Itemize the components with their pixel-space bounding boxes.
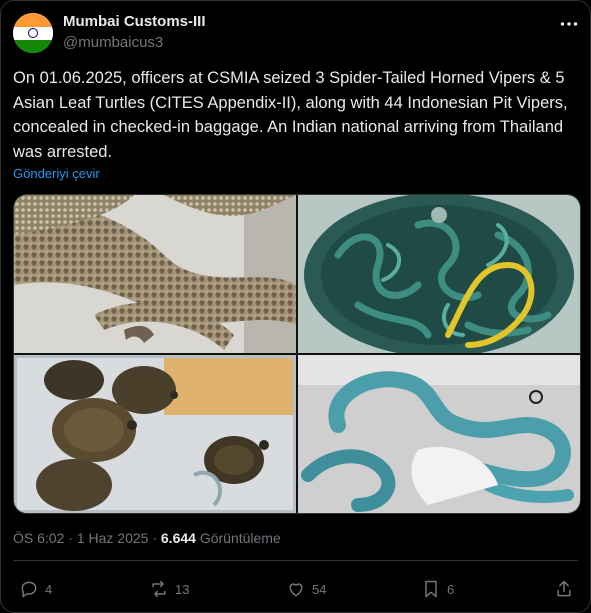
reply-button[interactable]: 4 (19, 577, 52, 601)
heart-icon (289, 583, 303, 597)
bookmark-icon (425, 580, 437, 598)
repost-count: 13 (175, 581, 190, 597)
blue-pit-viper-photo (298, 355, 580, 513)
share-icon (557, 580, 571, 597)
media-image-1[interactable] (14, 195, 296, 353)
more-options-button[interactable] (556, 11, 582, 37)
author-handle[interactable]: @mumbaicus3 (63, 34, 163, 51)
repost-button[interactable]: 13 (149, 577, 189, 601)
repost-icon (152, 580, 166, 598)
media-grid (13, 194, 581, 514)
meta-separator: · (152, 530, 157, 546)
post-date[interactable]: 1 Haz 2025 (77, 530, 149, 546)
views-count: 6.644 (160, 530, 196, 546)
india-flag-icon (28, 28, 38, 38)
author-name[interactable]: Mumbai Customs-III (63, 13, 206, 30)
media-image-2[interactable] (298, 195, 580, 353)
translate-post-link[interactable]: Gönderiyi çevir (13, 166, 100, 181)
reply-icon (21, 581, 37, 598)
media-image-3[interactable] (14, 355, 296, 513)
more-options-icon (560, 22, 578, 26)
pit-vipers-in-container-photo (298, 195, 580, 353)
meta-separator: · (68, 530, 73, 546)
bookmark-button[interactable]: 6 (421, 577, 454, 601)
bookmark-count: 6 (447, 581, 455, 597)
post-text: On 01.06.2025, officers at CSMIA seized … (13, 69, 568, 161)
views-label: Görüntüleme (199, 530, 281, 546)
post-meta: ÖS 6:02 · 1 Haz 2025 · 6.644 Görüntüleme (13, 530, 281, 546)
asian-leaf-turtles-photo (14, 355, 296, 513)
avatar[interactable] (13, 13, 53, 53)
reply-count: 4 (45, 581, 53, 597)
like-count: 54 (312, 581, 327, 597)
share-button[interactable] (554, 577, 580, 601)
flag-green-band (13, 40, 53, 53)
post-card: Mumbai Customs-III @mumbaicus3 On 01.06.… (0, 0, 591, 613)
post-time[interactable]: ÖS 6:02 (13, 530, 64, 546)
like-button[interactable]: 54 (286, 577, 326, 601)
divider (13, 560, 578, 561)
flag-saffron-band (13, 13, 53, 27)
media-image-4[interactable] (298, 355, 580, 513)
spider-tailed-viper-photo (14, 195, 296, 353)
